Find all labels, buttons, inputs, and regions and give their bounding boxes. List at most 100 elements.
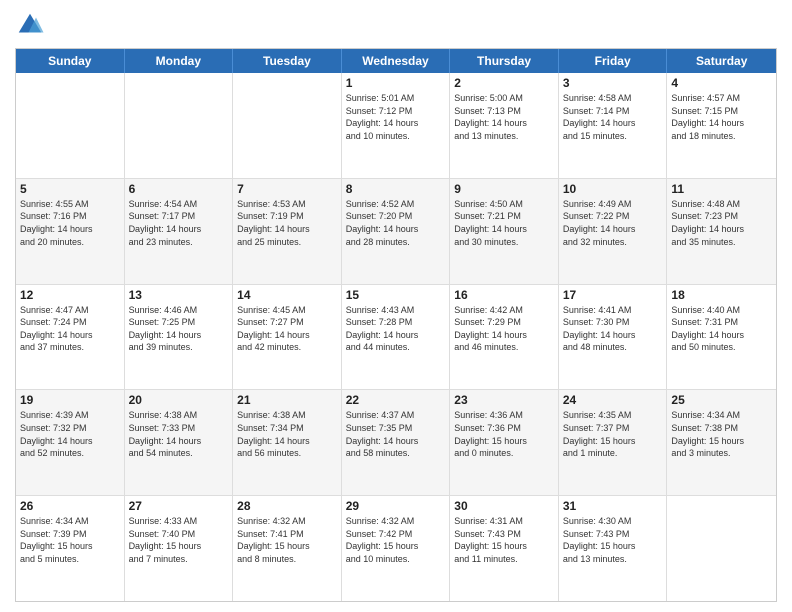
- calendar-cell: 26 Sunrise: 4:34 AMSunset: 7:39 PMDayligh…: [16, 496, 125, 601]
- calendar-cell: 24Sunrise: 4:35 AMSunset: 7:37 PMDayligh…: [559, 390, 668, 495]
- cell-text: Sunrise: 4:39 AMSunset: 7:32 PMDaylight:…: [20, 409, 120, 459]
- day-number: 27: [129, 499, 229, 513]
- cell-text: Sunrise: 4:49 AMSunset: 7:22 PMDaylight:…: [563, 198, 663, 248]
- day-number: 23: [454, 393, 554, 407]
- day-number: 8: [346, 182, 446, 196]
- cell-text: Sunrise: 4:58 AMSunset: 7:14 PMDaylight:…: [563, 92, 663, 142]
- header-day-monday: Monday: [125, 49, 234, 73]
- calendar-cell: 14 Sunrise: 4:45 AMSunset: 7:27 PMDayligh…: [233, 285, 342, 390]
- day-number: 29: [346, 499, 446, 513]
- day-number: 7: [237, 182, 337, 196]
- calendar-cell: 30 Sunrise: 4:31 AMSunset: 7:43 PMDayligh…: [450, 496, 559, 601]
- calendar: SundayMondayTuesdayWednesdayThursdayFrid…: [15, 48, 777, 602]
- day-number: 22: [346, 393, 446, 407]
- cell-text: Sunrise: 4:46 AMSunset: 7:25 PMDaylight:…: [129, 304, 229, 354]
- calendar-cell: 9 Sunrise: 4:50 AMSunset: 7:21 PMDaylight…: [450, 179, 559, 284]
- cell-text: Sunrise: 4:32 AMSunset: 7:41 PMDaylight:…: [237, 515, 337, 565]
- day-number: 30: [454, 499, 554, 513]
- cell-text: Sunrise: 4:53 AMSunset: 7:19 PMDaylight:…: [237, 198, 337, 248]
- cell-text: Sunrise: 4:57 AMSunset: 7:15 PMDaylight:…: [671, 92, 772, 142]
- cell-text: Sunrise: 4:43 AMSunset: 7:28 PMDaylight:…: [346, 304, 446, 354]
- cell-text: Sunrise: 4:52 AMSunset: 7:20 PMDaylight:…: [346, 198, 446, 248]
- calendar-cell: 12 Sunrise: 4:47 AMSunset: 7:24 PMDayligh…: [16, 285, 125, 390]
- calendar-cell: 25Sunrise: 4:34 AMSunset: 7:38 PMDayligh…: [667, 390, 776, 495]
- day-number: 19: [20, 393, 120, 407]
- calendar-cell: [233, 73, 342, 178]
- cell-text: Sunrise: 4:41 AMSunset: 7:30 PMDaylight:…: [563, 304, 663, 354]
- calendar-cell: 22 Sunrise: 4:37 AMSunset: 7:35 PMDayligh…: [342, 390, 451, 495]
- calendar-cell: 18 Sunrise: 4:40 AMSunset: 7:31 PMDayligh…: [667, 285, 776, 390]
- day-number: 4: [671, 76, 772, 90]
- cell-text: Sunrise: 4:34 AMSunset: 7:39 PMDaylight:…: [20, 515, 120, 565]
- calendar-cell: 31 Sunrise: 4:30 AMSunset: 7:43 PMDayligh…: [559, 496, 668, 601]
- day-number: 6: [129, 182, 229, 196]
- cell-text: Sunrise: 4:47 AMSunset: 7:24 PMDaylight:…: [20, 304, 120, 354]
- calendar-cell: 20 Sunrise: 4:38 AMSunset: 7:33 PMDayligh…: [125, 390, 234, 495]
- calendar-cell: [125, 73, 234, 178]
- header-day-wednesday: Wednesday: [342, 49, 451, 73]
- cell-text: Sunrise: 4:31 AMSunset: 7:43 PMDaylight:…: [454, 515, 554, 565]
- header-day-saturday: Saturday: [667, 49, 776, 73]
- calendar-cell: 2Sunrise: 5:00 AMSunset: 7:13 PMDaylight…: [450, 73, 559, 178]
- calendar-cell: 16Sunrise: 4:42 AMSunset: 7:29 PMDayligh…: [450, 285, 559, 390]
- day-number: 11: [671, 182, 772, 196]
- calendar-cell: 6Sunrise: 4:54 AMSunset: 7:17 PMDaylight…: [125, 179, 234, 284]
- day-number: 20: [129, 393, 229, 407]
- header-day-thursday: Thursday: [450, 49, 559, 73]
- page: SundayMondayTuesdayWednesdayThursdayFrid…: [0, 0, 792, 612]
- header-day-friday: Friday: [559, 49, 668, 73]
- day-number: 31: [563, 499, 663, 513]
- day-number: 15: [346, 288, 446, 302]
- calendar-row-0: 1 Sunrise: 5:01 AMSunset: 7:12 PMDaylight…: [16, 73, 776, 179]
- calendar-cell: 19 Sunrise: 4:39 AMSunset: 7:32 PMDayligh…: [16, 390, 125, 495]
- calendar-cell: 23Sunrise: 4:36 AMSunset: 7:36 PMDayligh…: [450, 390, 559, 495]
- day-number: 13: [129, 288, 229, 302]
- calendar-cell: 7 Sunrise: 4:53 AMSunset: 7:19 PMDaylight…: [233, 179, 342, 284]
- calendar-cell: 5Sunrise: 4:55 AMSunset: 7:16 PMDaylight…: [16, 179, 125, 284]
- day-number: 12: [20, 288, 120, 302]
- day-number: 18: [671, 288, 772, 302]
- day-number: 14: [237, 288, 337, 302]
- cell-text: Sunrise: 4:32 AMSunset: 7:42 PMDaylight:…: [346, 515, 446, 565]
- logo: [15, 10, 49, 40]
- cell-text: Sunrise: 4:40 AMSunset: 7:31 PMDaylight:…: [671, 304, 772, 354]
- cell-text: Sunrise: 4:37 AMSunset: 7:35 PMDaylight:…: [346, 409, 446, 459]
- calendar-cell: 1 Sunrise: 5:01 AMSunset: 7:12 PMDaylight…: [342, 73, 451, 178]
- cell-text: Sunrise: 5:01 AMSunset: 7:12 PMDaylight:…: [346, 92, 446, 142]
- day-number: 24: [563, 393, 663, 407]
- calendar-body: 1 Sunrise: 5:01 AMSunset: 7:12 PMDaylight…: [16, 73, 776, 601]
- day-number: 28: [237, 499, 337, 513]
- cell-text: Sunrise: 4:50 AMSunset: 7:21 PMDaylight:…: [454, 198, 554, 248]
- calendar-cell: 29 Sunrise: 4:32 AMSunset: 7:42 PMDayligh…: [342, 496, 451, 601]
- day-number: 1: [346, 76, 446, 90]
- calendar-cell: 27Sunrise: 4:33 AMSunset: 7:40 PMDayligh…: [125, 496, 234, 601]
- day-number: 3: [563, 76, 663, 90]
- day-number: 25: [671, 393, 772, 407]
- header-day-tuesday: Tuesday: [233, 49, 342, 73]
- day-number: 10: [563, 182, 663, 196]
- calendar-cell: 10 Sunrise: 4:49 AMSunset: 7:22 PMDayligh…: [559, 179, 668, 284]
- header: [15, 10, 777, 40]
- cell-text: Sunrise: 4:38 AMSunset: 7:33 PMDaylight:…: [129, 409, 229, 459]
- calendar-cell: 13 Sunrise: 4:46 AMSunset: 7:25 PMDayligh…: [125, 285, 234, 390]
- calendar-row-3: 19 Sunrise: 4:39 AMSunset: 7:32 PMDayligh…: [16, 390, 776, 496]
- cell-text: Sunrise: 4:45 AMSunset: 7:27 PMDaylight:…: [237, 304, 337, 354]
- calendar-cell: 4 Sunrise: 4:57 AMSunset: 7:15 PMDaylight…: [667, 73, 776, 178]
- calendar-header: SundayMondayTuesdayWednesdayThursdayFrid…: [16, 49, 776, 73]
- calendar-cell: 3 Sunrise: 4:58 AMSunset: 7:14 PMDaylight…: [559, 73, 668, 178]
- calendar-cell: [667, 496, 776, 601]
- day-number: 26: [20, 499, 120, 513]
- cell-text: Sunrise: 4:30 AMSunset: 7:43 PMDaylight:…: [563, 515, 663, 565]
- calendar-cell: 15 Sunrise: 4:43 AMSunset: 7:28 PMDayligh…: [342, 285, 451, 390]
- cell-text: Sunrise: 4:48 AMSunset: 7:23 PMDaylight:…: [671, 198, 772, 248]
- calendar-cell: 8 Sunrise: 4:52 AMSunset: 7:20 PMDaylight…: [342, 179, 451, 284]
- calendar-row-2: 12 Sunrise: 4:47 AMSunset: 7:24 PMDayligh…: [16, 285, 776, 391]
- logo-icon: [15, 10, 45, 40]
- header-day-sunday: Sunday: [16, 49, 125, 73]
- cell-text: Sunrise: 5:00 AMSunset: 7:13 PMDaylight:…: [454, 92, 554, 142]
- day-number: 17: [563, 288, 663, 302]
- calendar-cell: 11 Sunrise: 4:48 AMSunset: 7:23 PMDayligh…: [667, 179, 776, 284]
- day-number: 9: [454, 182, 554, 196]
- cell-text: Sunrise: 4:38 AMSunset: 7:34 PMDaylight:…: [237, 409, 337, 459]
- calendar-cell: [16, 73, 125, 178]
